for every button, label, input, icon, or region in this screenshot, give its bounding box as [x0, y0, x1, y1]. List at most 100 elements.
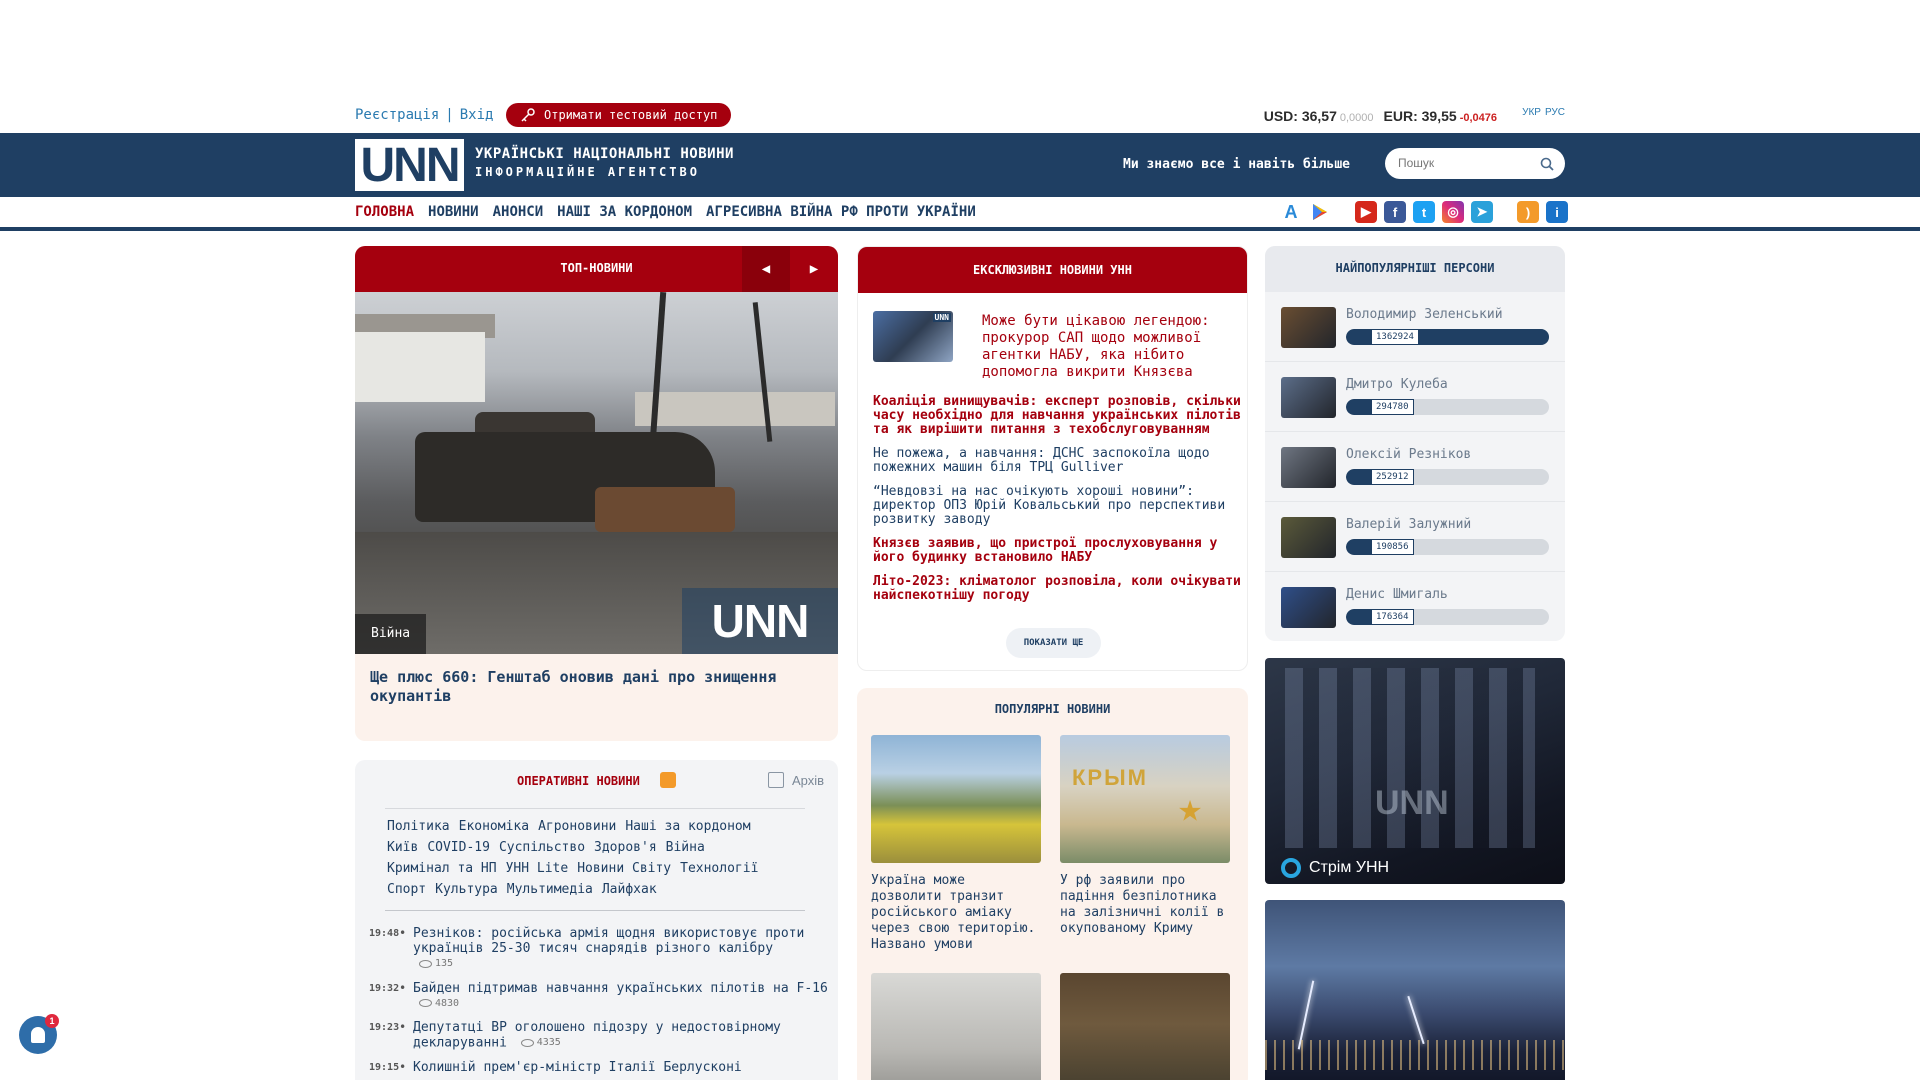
category-link[interactable]: Наші за кордоном	[625, 816, 750, 837]
person-photo[interactable]	[1281, 447, 1336, 488]
news-item[interactable]: 19:32 • Байден підтримав навчання україн…	[369, 981, 829, 1012]
usd-rate: USD: 36,57	[1263, 108, 1337, 124]
news-title[interactable]: Байден підтримав навчання українських пі…	[413, 981, 828, 996]
search-icon[interactable]	[1539, 156, 1555, 172]
exclusive-item[interactable]: Коаліція винищувачів: експерт розповів, …	[873, 395, 1241, 437]
category-link[interactable]: Економіка	[459, 816, 529, 837]
person-name[interactable]: Дмитро Кулеба	[1346, 377, 1448, 392]
nav-home[interactable]: ГОЛОВНА	[355, 204, 414, 220]
person-item[interactable]: Володимир Зеленський 1362924	[1265, 292, 1565, 362]
top-news-photo[interactable]: UNN Війна	[355, 292, 838, 654]
news-title[interactable]: Депутатці ВР оголошено підозру у недосто…	[413, 1020, 781, 1051]
stream-label[interactable]: Стрім УНН	[1309, 859, 1389, 877]
person-name[interactable]: Валерій Залужний	[1346, 517, 1471, 532]
telegram-icon[interactable]: ➤	[1471, 201, 1493, 223]
site-logo[interactable]: UNN	[355, 139, 464, 192]
person-name[interactable]: Денис Шмигаль	[1346, 587, 1448, 602]
popularity-count: 1362924	[1371, 329, 1419, 345]
news-title[interactable]: Резніков: російська армія щодня використ…	[413, 926, 804, 956]
archive-link[interactable]: Архів	[767, 772, 824, 788]
bullet: •	[399, 1059, 407, 1074]
news-item[interactable]: 19:15 • Колишній прем'єр-міністр Італії …	[369, 1060, 829, 1075]
popular-image-president[interactable]	[1060, 973, 1230, 1080]
rss-icon[interactable]: )	[1517, 201, 1539, 223]
person-item[interactable]: Денис Шмигаль 176364	[1265, 572, 1565, 641]
person-photo[interactable]	[1281, 587, 1336, 628]
category-link[interactable]: Новини Світу	[577, 858, 671, 879]
popular-caption[interactable]: У рф заявили про падіння безпілотника на…	[1060, 873, 1230, 959]
popular-image-pipes[interactable]	[871, 735, 1041, 863]
news-item[interactable]: 19:23 • Депутатці ВР оголошено підозру у…	[369, 1020, 829, 1051]
person-photo[interactable]	[1281, 517, 1336, 558]
notification-bell-icon[interactable]: 1	[19, 1014, 59, 1054]
person-item[interactable]: Валерій Залужний 190856	[1265, 502, 1565, 572]
category-link[interactable]: Лайфхак	[602, 879, 657, 900]
top-news-headline[interactable]: Ще плюс 660: Генштаб оновив дані про зни…	[355, 654, 838, 706]
lang-rus[interactable]: РУС	[1545, 107, 1565, 118]
stream-banner[interactable]: UNN Стрім УНН	[1265, 658, 1565, 884]
youtube-icon[interactable]: ▶	[1355, 201, 1377, 223]
popular-image-crimea[interactable]: КРЫМ ★	[1060, 735, 1230, 863]
nav-abroad[interactable]: НАШІ ЗА КОРДОНОМ	[557, 204, 692, 220]
popular-image-plane[interactable]	[871, 973, 1041, 1080]
popular-item[interactable]	[871, 973, 1041, 1080]
category-link[interactable]: Суспільство	[499, 837, 585, 858]
instagram-icon[interactable]: ◎	[1442, 201, 1464, 223]
login-link[interactable]: Вхід	[460, 107, 494, 123]
google-play-icon[interactable]	[1309, 201, 1331, 223]
nav-announcements[interactable]: АНОНСИ	[493, 204, 544, 220]
info-icon[interactable]: i	[1546, 201, 1568, 223]
next-arrow-icon[interactable]: ▶	[790, 246, 838, 292]
exclusive-item[interactable]: “Невдовзі на нас очікують хороші новини”…	[873, 485, 1241, 527]
category-link[interactable]: Спорт	[387, 879, 426, 900]
person-photo[interactable]	[1281, 377, 1336, 418]
category-row: Політика Економіка Агроновини Наші за ко…	[387, 816, 807, 837]
category-link[interactable]: Київ	[387, 837, 418, 858]
register-link[interactable]: Реєстрація	[355, 107, 439, 123]
category-link[interactable]: Війна	[666, 837, 705, 858]
exclusive-item[interactable]: Князєв заявив, що пристрої прослуховуван…	[873, 537, 1241, 565]
person-name[interactable]: Володимир Зеленський	[1346, 307, 1503, 322]
popular-item[interactable]: КРЫМ ★ У рф заявили про падіння безпілот…	[1060, 735, 1230, 959]
storm-photo[interactable]	[1265, 900, 1565, 1080]
crimea-sign: КРЫМ	[1072, 765, 1148, 790]
star-icon: ★	[1178, 785, 1203, 831]
category-link[interactable]: Кримінал та НП	[387, 858, 497, 879]
category-tag[interactable]: Війна	[355, 614, 427, 654]
popular-item[interactable]	[1060, 973, 1230, 1080]
category-link[interactable]: Технології	[680, 858, 758, 879]
nav-news[interactable]: НОВИНИ	[428, 204, 479, 220]
nav-war[interactable]: АГРЕСИВНА ВІЙНА РФ ПРОТИ УКРАЇНИ	[706, 204, 976, 220]
exclusive-item[interactable]: Не пожежа, а навчання: ДСНС заспокоїла щ…	[873, 447, 1241, 475]
news-item[interactable]: 19:48 • Резніков: російська армія щодня …	[369, 926, 829, 972]
person-item[interactable]: Дмитро Кулеба 294780	[1265, 362, 1565, 432]
rss-icon-small[interactable]	[660, 772, 676, 788]
popular-item[interactable]: Україна може дозволити транзит російсько…	[871, 735, 1041, 959]
news-list: 19:48 • Резніков: російська армія щодня …	[369, 926, 829, 1080]
person-item[interactable]: Олексій Резніков 252912	[1265, 432, 1565, 502]
exclusive-item[interactable]: Літо-2023: кліматолог розповіла, коли оч…	[873, 575, 1241, 603]
category-link[interactable]: Культура	[435, 879, 498, 900]
person-photo[interactable]	[1281, 307, 1336, 348]
trial-access-button[interactable]: Отримати тестовий доступ	[506, 103, 732, 127]
exclusive-lead-thumbnail[interactable]: UNN	[873, 311, 953, 362]
news-title[interactable]: Колишній прем'єр-міністр Італії Берлуско…	[413, 1060, 742, 1075]
exclusive-lead-title[interactable]: Може бути цікавою легендою: прокурор САП…	[982, 313, 1237, 381]
category-link[interactable]: УНН Lite	[506, 858, 569, 879]
app-store-icon[interactable]: A	[1280, 201, 1302, 223]
show-more-button[interactable]: ПОКАЗАТИ ЩЕ	[1006, 628, 1101, 658]
search-input[interactable]	[1398, 154, 1538, 172]
popular-caption[interactable]: Україна може дозволити транзит російсько…	[871, 873, 1041, 959]
lang-ukr[interactable]: УКР	[1522, 107, 1541, 118]
calendar-icon	[767, 772, 784, 788]
category-link[interactable]: Агроновини	[538, 816, 616, 837]
category-link[interactable]: COVID-19	[427, 837, 490, 858]
person-name[interactable]: Олексій Резніков	[1346, 447, 1471, 462]
facebook-icon[interactable]: f	[1384, 201, 1406, 223]
category-link[interactable]: Мультимедіа	[507, 879, 593, 900]
category-link[interactable]: Здоров'я	[594, 837, 657, 858]
category-link[interactable]: Політика	[387, 816, 450, 837]
prev-arrow-icon[interactable]: ◀	[742, 246, 790, 292]
twitter-icon[interactable]: t	[1413, 201, 1435, 223]
operative-news-title[interactable]: ОПЕРАТИВНІ НОВИНИ	[517, 774, 640, 788]
